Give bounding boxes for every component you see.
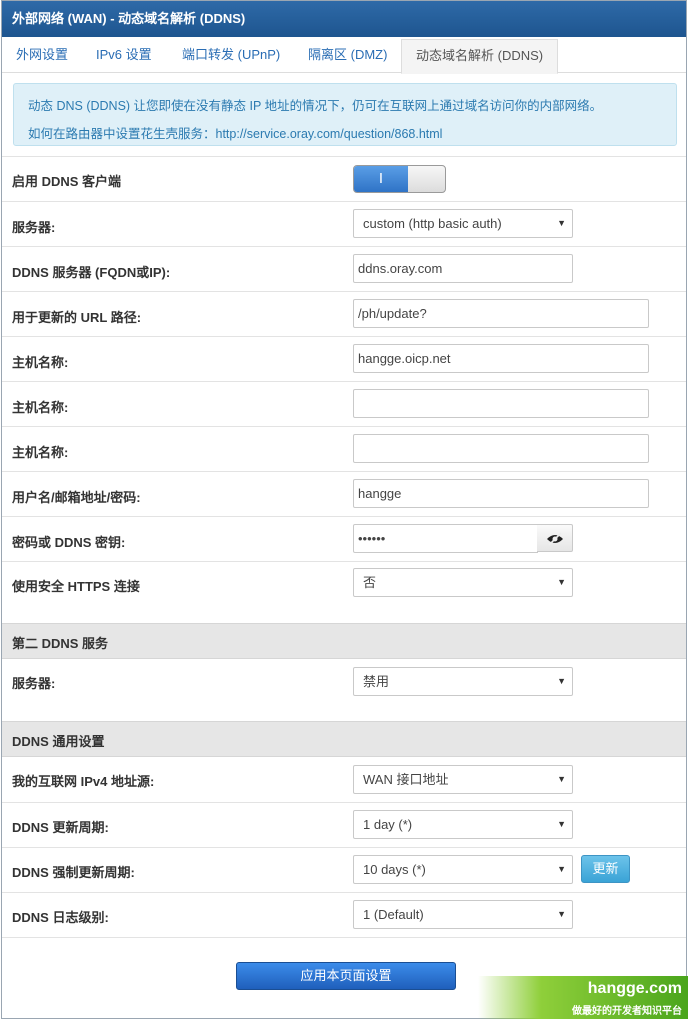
- password-label: 密码或 DDNS 密钥:: [12, 535, 126, 550]
- https-label: 使用安全 HTTPS 连接: [12, 579, 140, 594]
- row-ddns-server: DDNS 服务器 (FQDN或IP):: [2, 246, 686, 291]
- update-period-select-value: 1 day (*): [363, 817, 413, 832]
- reveal-password-button[interactable]: [537, 524, 573, 552]
- url-path-input[interactable]: /ph/update?: [353, 299, 649, 328]
- row-server: 服务器:: [2, 201, 686, 246]
- hostname-input-2[interactable]: [353, 389, 649, 418]
- log-level-label: DDNS 日志级别:: [12, 910, 109, 925]
- section-general-settings: DDNS 通用设置: [2, 721, 686, 757]
- server-select-value: custom (http basic auth): [363, 216, 502, 231]
- row-log-level: DDNS 日志级别:: [2, 892, 686, 937]
- watermark-title: hangge.com: [587, 980, 682, 997]
- panel-title: 外部网络 (WAN) - 动态域名解析 (DDNS): [2, 1, 686, 37]
- url-path-label: 用于更新的 URL 路径:: [12, 310, 142, 325]
- force-update-period-select-value: 10 days (*): [363, 862, 426, 877]
- chevron-down-icon: ▼: [557, 676, 566, 686]
- update-period-select[interactable]: 1 day (*) ▼: [353, 810, 573, 839]
- tab-wan-settings[interactable]: 外网设置: [2, 39, 82, 73]
- tab-dmz[interactable]: 隔离区 (DMZ): [294, 39, 401, 73]
- row-password: 密码或 DDNS 密钥:: [2, 516, 686, 561]
- update-period-label: DDNS 更新周期:: [12, 820, 109, 835]
- hostname-label-2: 主机名称:: [12, 400, 69, 415]
- section-second-ddns: 第二 DDNS 服务: [2, 623, 686, 659]
- tab-bar: 外网设置 IPv6 设置 端口转发 (UPnP) 隔离区 (DMZ) 动态域名解…: [2, 37, 686, 74]
- tab-ipv6-settings[interactable]: IPv6 设置: [82, 39, 166, 73]
- second-server-label: 服务器:: [12, 676, 56, 691]
- enable-ddns-toggle[interactable]: I: [353, 165, 446, 193]
- row-update-period: DDNS 更新周期:: [2, 802, 686, 847]
- site-watermark: hangge.com 做最好的开发者知识平台: [478, 976, 688, 1019]
- log-level-select[interactable]: 1 (Default) ▼: [353, 900, 573, 929]
- section-title-general: DDNS 通用设置: [12, 734, 105, 749]
- chevron-down-icon: ▼: [557, 774, 566, 784]
- tab-port-forwarding[interactable]: 端口转发 (UPnP): [168, 39, 294, 73]
- row-second-server: 服务器:: [2, 659, 686, 721]
- log-level-select-value: 1 (Default): [363, 907, 424, 922]
- ddns-settings-panel: 外部网络 (WAN) - 动态域名解析 (DDNS) 外网设置 IPv6 设置 …: [1, 0, 687, 1019]
- force-update-period-label: DDNS 强制更新周期:: [12, 865, 135, 880]
- ip-source-select[interactable]: WAN 接口地址 ▼: [353, 765, 573, 794]
- ip-source-label: 我的互联网 IPv4 地址源:: [12, 774, 155, 789]
- row-enable-ddns: 启用 DDNS 客户端: [2, 156, 686, 201]
- ddns-server-input[interactable]: ddns.oray.com: [353, 254, 573, 283]
- info-oray-link[interactable]: 如何在路由器中设置花生壳服务：http://service.oray.com/q…: [28, 120, 662, 148]
- chevron-down-icon: ▼: [557, 577, 566, 587]
- chevron-down-icon: ▼: [557, 864, 566, 874]
- row-https: 使用安全 HTTPS 连接: [2, 561, 686, 623]
- hostname-label-3: 主机名称:: [12, 445, 69, 460]
- enable-ddns-label: 启用 DDNS 客户端: [12, 174, 122, 189]
- toggle-on-indicator: I: [354, 166, 408, 192]
- ddns-info-box: 动态 DNS (DDNS) 让您即使在没有静态 IP 地址的情况下，仍可在互联网…: [13, 83, 677, 146]
- chevron-down-icon: ▼: [557, 819, 566, 829]
- username-label: 用户名/邮箱地址/密码:: [12, 490, 141, 505]
- chevron-down-icon: ▼: [557, 218, 566, 228]
- apply-settings-button[interactable]: 应用本页面设置: [236, 962, 456, 990]
- row-ip-source: 我的互联网 IPv4 地址源:: [2, 757, 686, 802]
- watermark-subtitle: 做最好的开发者知识平台: [572, 1006, 682, 1017]
- second-server-select[interactable]: 禁用 ▼: [353, 667, 573, 696]
- force-update-period-select[interactable]: 10 days (*) ▼: [353, 855, 573, 884]
- hostname-input-3[interactable]: [353, 434, 649, 463]
- https-select[interactable]: 否 ▼: [353, 568, 573, 597]
- chevron-down-icon: ▼: [557, 909, 566, 919]
- ip-source-select-value: WAN 接口地址: [363, 772, 449, 787]
- password-input[interactable]: ••••••: [353, 524, 538, 553]
- update-now-button[interactable]: 更新: [581, 855, 630, 883]
- username-input[interactable]: hangge: [353, 479, 649, 508]
- hostname-input-1[interactable]: hangge.oicp.net: [353, 344, 649, 373]
- server-label: 服务器:: [12, 220, 56, 235]
- hostname-label-1: 主机名称:: [12, 355, 69, 370]
- form-bottom-divider: [2, 937, 686, 938]
- https-select-value: 否: [363, 575, 377, 590]
- server-select[interactable]: custom (http basic auth) ▼: [353, 209, 573, 238]
- eye-slash-icon: [547, 532, 563, 546]
- second-server-select-value: 禁用: [363, 674, 390, 689]
- info-description: 动态 DNS (DDNS) 让您即使在没有静态 IP 地址的情况下，仍可在互联网…: [28, 99, 603, 113]
- section-title-second-ddns: 第二 DDNS 服务: [12, 636, 109, 651]
- ddns-server-label: DDNS 服务器 (FQDN或IP):: [12, 265, 171, 280]
- tab-ddns[interactable]: 动态域名解析 (DDNS): [401, 39, 559, 74]
